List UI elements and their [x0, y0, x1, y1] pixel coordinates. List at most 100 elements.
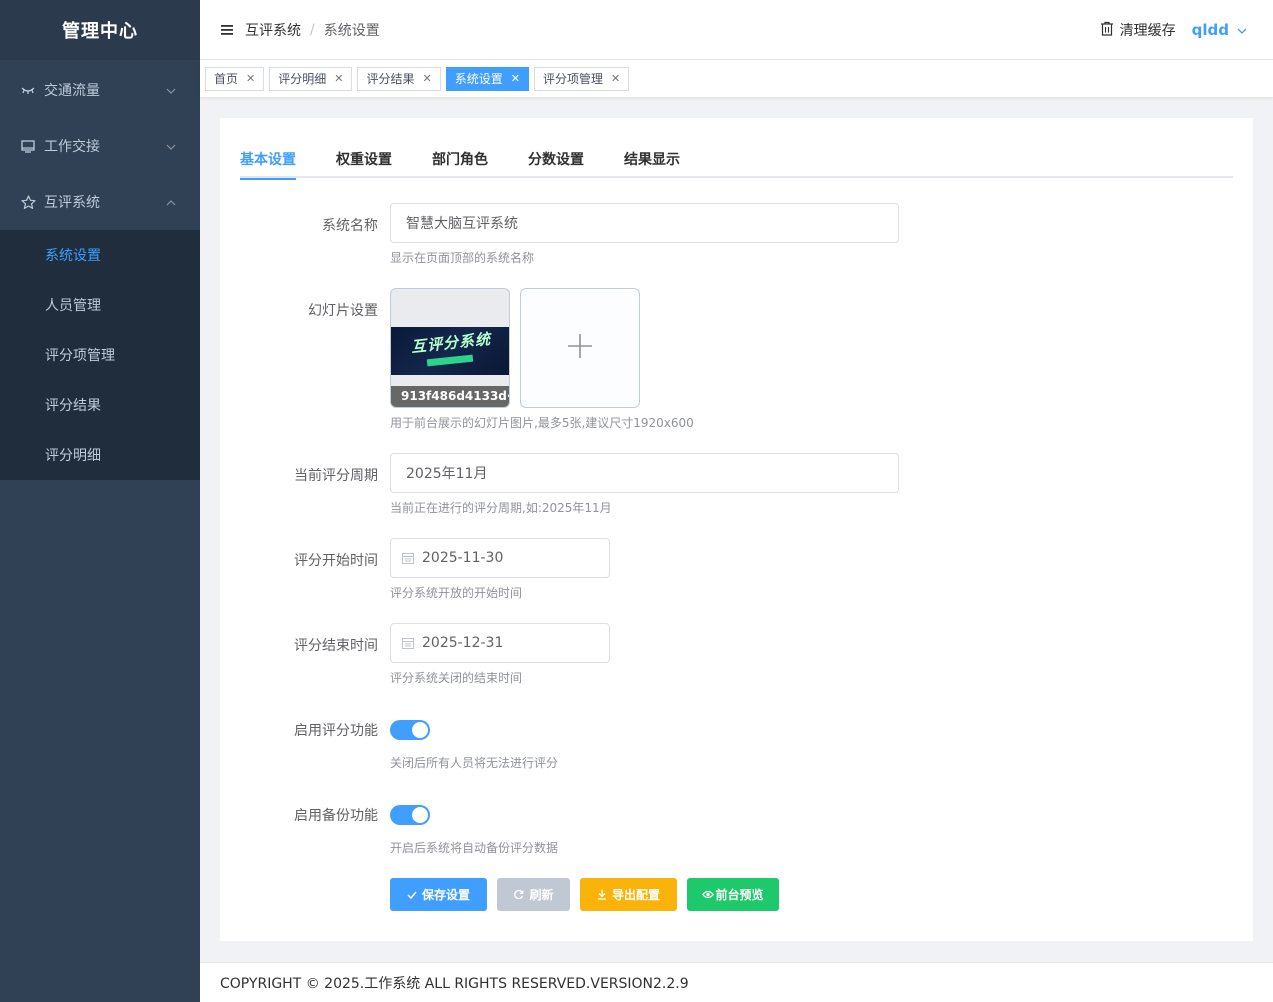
slide-image: 互评分系统	[391, 327, 509, 375]
hamburger-icon[interactable]	[220, 23, 234, 37]
period-hint: 当前正在进行的评分周期,如:2025年11月	[390, 501, 612, 515]
username: qldd	[1191, 21, 1229, 39]
slide-banner-bar	[426, 354, 474, 367]
user-dropdown[interactable]: qldd	[1192, 21, 1247, 39]
breadcrumb-current: 系统设置	[323, 22, 380, 39]
tag-score-details[interactable]: 评分明细 ✕	[269, 66, 353, 91]
download-icon	[597, 889, 607, 900]
save-label: 保存设置	[421, 888, 470, 902]
refresh-label: 刷新	[529, 888, 554, 902]
slides-hint: 用于前台展示的幻灯片图片,最多5张,建议尺寸1920x600	[390, 416, 694, 430]
period-label: 当前评分周期	[294, 468, 378, 484]
tab-scores[interactable]: 分数设置	[528, 146, 584, 178]
submenu-item-score-results[interactable]: 评分结果	[0, 380, 200, 430]
system-name-value: 智慧大脑互评系统	[406, 216, 518, 232]
menu-item-traffic[interactable]: 交通流量	[0, 62, 200, 118]
tab-weights[interactable]: 权重设置	[336, 146, 392, 178]
close-icon[interactable]: ✕	[246, 72, 255, 85]
chevron-up-icon	[166, 195, 176, 209]
slide-thumbnail[interactable]: 互评分系统 913f486d4133d···	[390, 288, 510, 408]
copyright-text: COPYRIGHT © 2025.工作系统 ALL RIGHTS RESERVE…	[220, 975, 689, 992]
preview-label: 前台预览	[715, 888, 764, 902]
menu-item-handover[interactable]: 工作交接	[0, 118, 200, 174]
end-time-label: 评分结束时间	[294, 638, 378, 654]
refresh-button[interactable]: 刷新	[497, 878, 570, 911]
period-input[interactable]: 2025年11月	[390, 453, 899, 493]
submenu-item-personnel[interactable]: 人员管理	[0, 280, 200, 330]
menu-item-peer-review[interactable]: 互评系统	[0, 174, 200, 230]
tag-score-results[interactable]: 评分结果 ✕	[357, 66, 441, 91]
enable-backup-label: 启用备份功能	[294, 808, 378, 824]
menu-label: 交通流量	[44, 83, 100, 99]
enable-scoring-switch[interactable]	[390, 720, 430, 740]
menu-label: 工作交接	[44, 139, 100, 155]
start-time-hint: 评分系统开放的开始时间	[390, 586, 523, 600]
start-date-value: 2025-11-30	[422, 550, 504, 566]
refresh-icon	[513, 889, 524, 900]
close-icon[interactable]: ✕	[422, 72, 431, 85]
tag-label: 首页	[214, 72, 239, 86]
settings-tabs: 基本设置 权重设置 部门角色 分数设置 结果显示	[240, 146, 1233, 180]
tag-score-items[interactable]: 评分项管理 ✕	[533, 66, 630, 91]
chevron-down-icon	[1237, 23, 1247, 37]
enable-scoring-label: 启用评分功能	[294, 723, 378, 739]
tag-label: 评分项管理	[542, 72, 603, 86]
close-icon[interactable]: ✕	[611, 72, 620, 85]
system-name-input[interactable]: 智慧大脑互评系统	[390, 203, 899, 243]
start-date-picker[interactable]: 2025-11-30	[390, 538, 610, 578]
star-icon	[20, 194, 36, 210]
submenu-peer-review: 系统设置 人员管理 评分项管理 评分结果 评分明细	[0, 230, 200, 480]
eye-closed-icon	[20, 82, 36, 98]
tag-system-settings[interactable]: 系统设置 ✕	[445, 66, 529, 91]
enable-backup-hint: 开启后系统将自动备份评分数据	[390, 841, 559, 855]
tag-home[interactable]: 首页 ✕	[205, 66, 265, 91]
end-time-hint: 评分系统关闭的结束时间	[390, 671, 523, 685]
breadcrumb: 互评系统 / 系统设置	[245, 20, 380, 40]
submenu-item-score-details[interactable]: 评分明细	[0, 430, 200, 480]
eye-icon	[702, 890, 715, 899]
tab-basic[interactable]: 基本设置	[240, 146, 296, 180]
tag-label: 评分明细	[278, 72, 327, 86]
sidebar-title: 管理中心	[0, 0, 200, 60]
slides-label: 幻灯片设置	[308, 303, 378, 319]
preview-button[interactable]: 前台预览	[687, 878, 779, 911]
system-name-label: 系统名称	[322, 218, 378, 234]
footer: COPYRIGHT © 2025.工作系统 ALL RIGHTS RESERVE…	[200, 962, 1273, 1002]
calendar-icon	[402, 637, 414, 649]
trash-icon	[1100, 21, 1114, 40]
save-button[interactable]: 保存设置	[390, 878, 487, 911]
settings-card: 基本设置 权重设置 部门角色 分数设置 结果显示 系统名称 智慧大脑互评系统 显…	[220, 118, 1253, 941]
slide-file-name: 913f486d4133d···	[391, 386, 509, 407]
chevron-down-icon	[166, 139, 176, 153]
submenu-item-system-settings[interactable]: 系统设置	[0, 230, 200, 280]
check-icon	[407, 891, 417, 899]
clear-cache-button[interactable]: 清理缓存	[1100, 20, 1176, 40]
tab-result-display[interactable]: 结果显示	[624, 146, 680, 178]
chevron-down-icon	[166, 83, 176, 97]
start-time-label: 评分开始时间	[294, 553, 378, 569]
tags-view: 首页 ✕ 评分明细 ✕ 评分结果 ✕ 系统设置 ✕ 评分项管理 ✕	[200, 60, 1273, 98]
calendar-icon	[402, 552, 414, 564]
system-name-hint: 显示在页面顶部的系统名称	[390, 251, 535, 265]
clear-cache-label: 清理缓存	[1119, 23, 1176, 39]
close-icon[interactable]: ✕	[334, 72, 343, 85]
end-date-value: 2025-12-31	[422, 635, 504, 651]
sidebar: 管理中心 交通流量 工作交接 互评系统 系统设置 人员管理 评分项管理 评分结果	[0, 0, 200, 1002]
breadcrumb-separator: /	[310, 21, 315, 38]
end-date-picker[interactable]: 2025-12-31	[390, 623, 610, 663]
submenu-item-score-items[interactable]: 评分项管理	[0, 330, 200, 380]
header-right: 清理缓存 qldd	[1100, 0, 1247, 60]
menu-label: 互评系统	[44, 195, 100, 211]
slide-upload-button[interactable]	[520, 288, 640, 408]
period-value: 2025年11月	[406, 466, 488, 482]
export-config-button[interactable]: 导出配置	[580, 878, 677, 911]
enable-scoring-hint: 关闭后所有人员将无法进行评分	[390, 756, 559, 770]
tag-label: 评分结果	[366, 72, 415, 86]
tag-label: 系统设置	[454, 72, 503, 86]
slide-banner-title: 互评分系统	[410, 329, 492, 357]
close-icon[interactable]: ✕	[511, 72, 520, 85]
breadcrumb-item[interactable]: 互评系统	[245, 20, 301, 40]
enable-backup-switch[interactable]	[390, 805, 430, 825]
tab-dept-roles[interactable]: 部门角色	[432, 146, 488, 178]
plus-icon	[567, 333, 593, 363]
